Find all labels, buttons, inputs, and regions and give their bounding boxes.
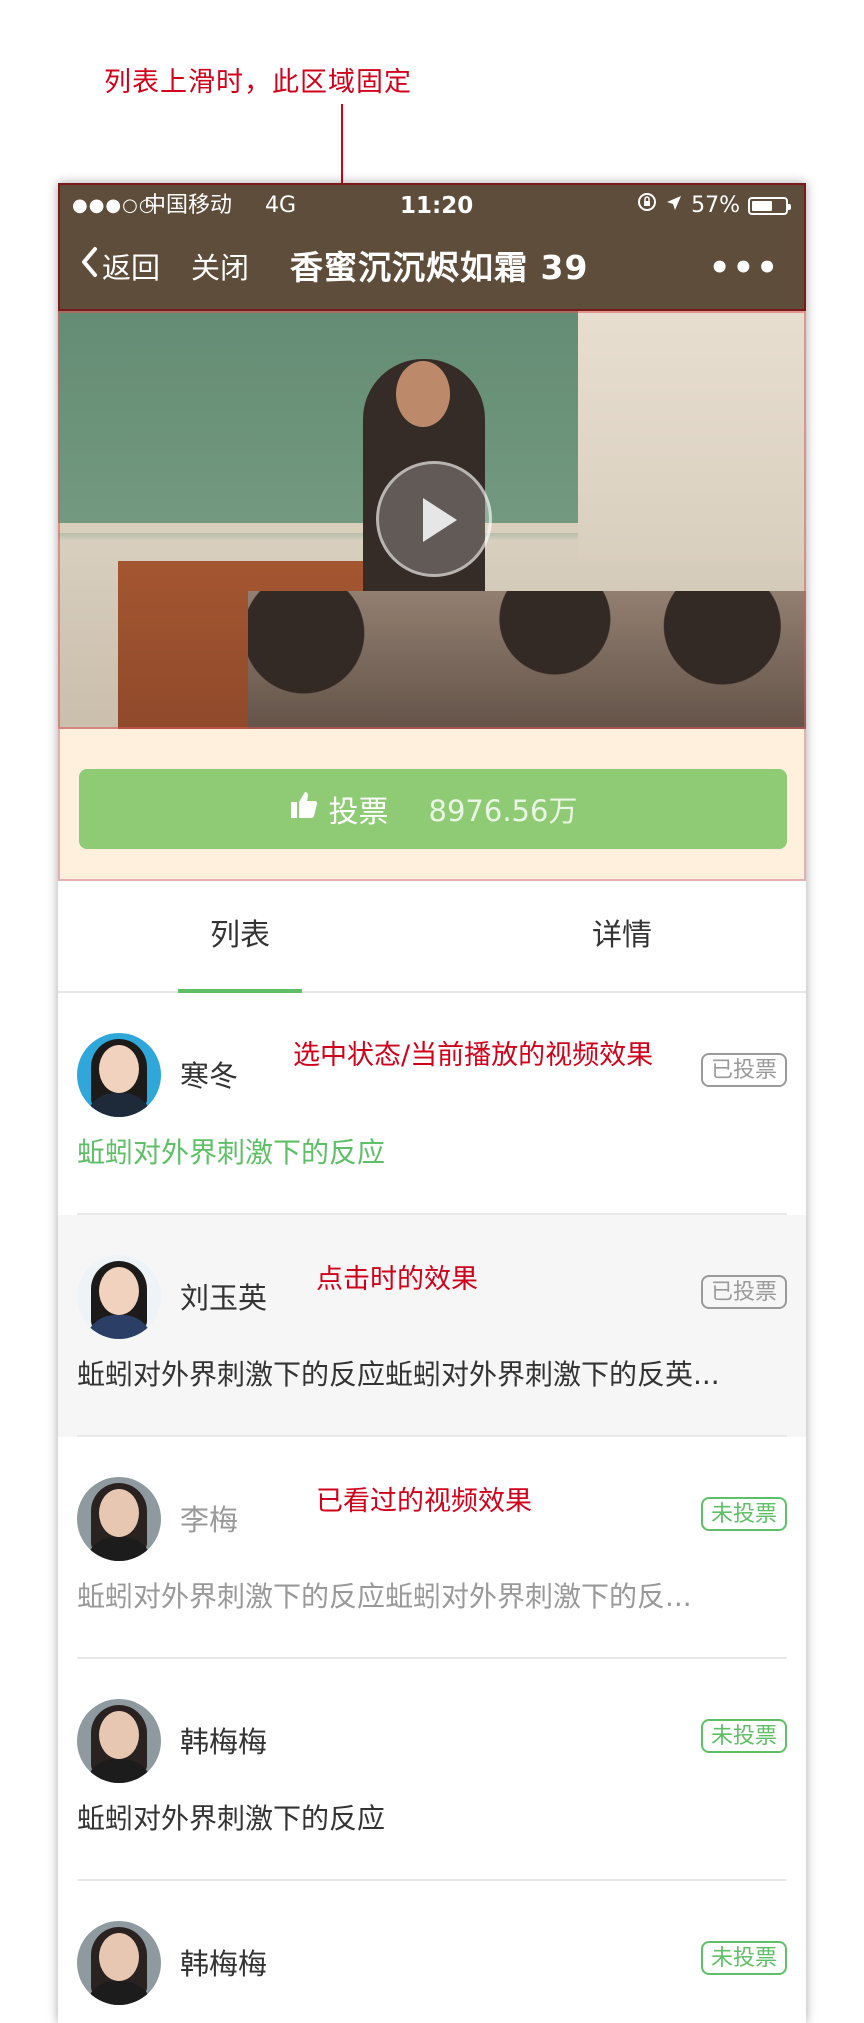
- annotation-fixed-area: 列表上滑时，此区域固定: [104, 67, 412, 98]
- annotation-selected: 选中状态/当前播放的视频效果: [293, 1040, 654, 1071]
- list-item[interactable]: 韩梅梅 未投票: [58, 1881, 806, 2023]
- status-badge: 未投票: [700, 1719, 787, 1753]
- avatar: [77, 1477, 161, 1561]
- vote-button[interactable]: 投票 8976.56万: [79, 769, 787, 849]
- thumbs-up-icon: [289, 790, 319, 828]
- video-player[interactable]: [58, 311, 806, 729]
- signal-strength: ●●●○○: [72, 195, 156, 216]
- status-badge: 未投票: [700, 1941, 787, 1975]
- item-name: 刘玉英: [180, 1281, 268, 1315]
- status-badge: 未投票: [700, 1497, 787, 1531]
- play-icon[interactable]: [376, 461, 492, 577]
- back-label: 返回: [102, 251, 161, 285]
- list-item[interactable]: 李梅 已看过的视频效果 未投票 蚯蚓对外界刺激下的反应蚯蚓对外界刺激下的反...: [58, 1437, 806, 1659]
- phone-screen: ●●●○○ 中国移动 4G 11:20 57% 返回 关闭 香蜜沉沉烬如霜 39…: [58, 183, 806, 2023]
- tab-bar: 列表 详情: [58, 881, 806, 993]
- status-badge: 已投票: [700, 1275, 787, 1309]
- item-name: 韩梅梅: [180, 1725, 268, 1759]
- rotation-lock-icon: [637, 191, 657, 221]
- vote-amount: 8976.56万: [428, 794, 578, 828]
- status-time: 11:20: [400, 193, 474, 219]
- tab-detail[interactable]: 详情: [560, 881, 684, 991]
- avatar: [77, 1255, 161, 1339]
- list-item[interactable]: 韩梅梅 未投票 蚯蚓对外界刺激下的反应: [58, 1659, 806, 1881]
- item-name: 寒冬: [180, 1059, 239, 1093]
- item-name: 李梅: [180, 1503, 239, 1537]
- close-button[interactable]: 关闭: [191, 235, 249, 301]
- chevron-left-icon: [80, 235, 98, 301]
- list-item[interactable]: 刘玉英 点击时的效果 已投票 蚯蚓对外界刺激下的反应蚯蚓对外界刺激下的反英...: [58, 1215, 806, 1437]
- network-type: 4G: [265, 193, 297, 218]
- header-area: ●●●○○ 中国移动 4G 11:20 57% 返回 关闭 香蜜沉沉烬如霜 39…: [58, 183, 806, 311]
- item-desc: 蚯蚓对外界刺激下的反应: [77, 1136, 386, 1169]
- back-button[interactable]: 返回: [80, 235, 160, 301]
- avatar: [77, 1699, 161, 1783]
- item-desc: 蚯蚓对外界刺激下的反应蚯蚓对外界刺激下的反英...: [77, 1358, 720, 1391]
- vote-area: 投票 8976.56万: [58, 729, 806, 881]
- status-right: 57%: [637, 191, 791, 221]
- item-name: 韩梅梅: [180, 1947, 268, 1981]
- item-desc: 蚯蚓对外界刺激下的反应蚯蚓对外界刺激下的反...: [77, 1580, 692, 1613]
- carrier-label: 中国移动: [144, 193, 233, 218]
- vote-label: 投票: [328, 795, 389, 830]
- annotation-watched: 已看过的视频效果: [316, 1486, 532, 1517]
- battery-icon: [748, 197, 791, 215]
- annotation-pressed: 点击时的效果: [316, 1264, 478, 1295]
- status-badge: 已投票: [700, 1053, 787, 1087]
- tab-list[interactable]: 列表: [178, 881, 302, 991]
- avatar: [77, 1033, 161, 1117]
- list-item[interactable]: 寒冬 选中状态/当前播放的视频效果 已投票 蚯蚓对外界刺激下的反应: [58, 993, 806, 1215]
- avatar: [77, 1921, 161, 2005]
- location-icon: [665, 191, 683, 221]
- page-title: 香蜜沉沉烬如霜 39: [290, 248, 589, 287]
- battery-percent: 57%: [691, 193, 740, 218]
- more-icon[interactable]: •••: [709, 235, 780, 301]
- item-desc: 蚯蚓对外界刺激下的反应: [77, 1802, 386, 1835]
